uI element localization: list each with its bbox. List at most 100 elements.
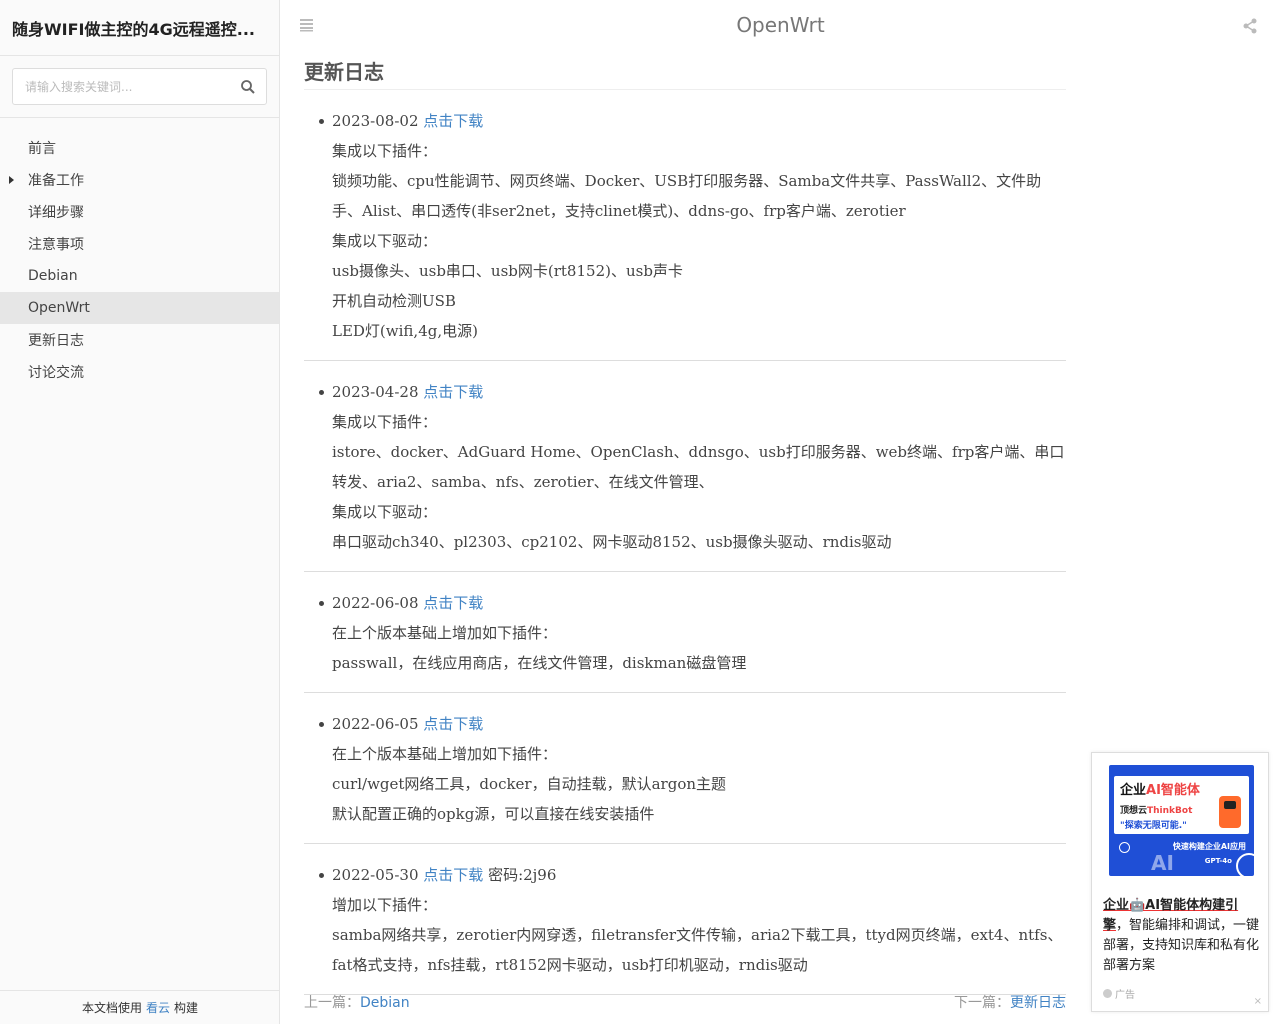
sidebar-item-notes[interactable]: 注意事项 (0, 228, 279, 260)
download-link[interactable]: 点击下载 (423, 112, 483, 130)
main-content: 更新日志 2023-08-02 点击下载 集成以下插件： 锁频功能、cpu性能调节、… (304, 56, 1066, 995)
sidebar-item-discussion[interactable]: 讨论交流 (0, 356, 279, 388)
entry-date: 2023-04-28 (332, 383, 419, 401)
entry-text-line: samba网络共享，zerotier内网穿透，filetransfer文件传输，… (332, 926, 1063, 944)
book-title-text: 随身WIFI做主控的4G远程遥控... (12, 19, 255, 39)
header-title: OpenWrt (736, 13, 825, 37)
ad-label-text: 广告 (1115, 990, 1135, 1001)
ring-decoration-icon (1119, 842, 1130, 853)
ad-banner-title-accent: AI智能体 (1146, 783, 1200, 798)
prev-label: 上一篇： (304, 995, 360, 1011)
next-page: 下一篇：更新日志 (954, 992, 1066, 1012)
entry-text-line: passwall，在线应用商店，在线文件管理，diskman磁盘管理 (332, 654, 747, 672)
entry-text-line: LED灯(wifi,4g,电源) (332, 322, 478, 340)
entry-password: 密码:2j96 (488, 866, 557, 884)
close-icon[interactable]: × (1254, 996, 1262, 1007)
sidebar-item-label: 详细步骤 (28, 205, 84, 221)
search-input[interactable] (13, 69, 266, 104)
sidebar-footer: 本文档使用 看云 构建 (0, 990, 280, 1024)
ad-banner-image[interactable]: 企业AI智能体 顶想云ThinkBot "探索无限可能." 快速构建企业AI应用… (1109, 765, 1254, 876)
entry-text-line: 在上个版本基础上增加如下插件： (332, 745, 558, 763)
download-link[interactable]: 点击下载 (423, 866, 483, 884)
page-title: 更新日志 (304, 56, 1066, 90)
entry-header: 2022-06-05 点击下载 (304, 709, 1066, 739)
entry-date: 2023-08-02 (332, 112, 419, 130)
footer-suffix: 构建 (174, 1001, 199, 1015)
ad-banner-model: GPT-4o (1204, 857, 1232, 865)
ad-text-rest: ，智能编排和调试，一键部署，支持知识库和私有化部署方案 (1103, 918, 1260, 973)
sidebar-item-preparation[interactable]: 准备工作 (0, 164, 279, 196)
ad-banner-card: 企业AI智能体 顶想云ThinkBot "探索无限可能." (1114, 776, 1249, 834)
entry-date: 2022-06-05 (332, 715, 419, 733)
sidebar-item-label: Debian (28, 268, 78, 284)
sidebar-item-openwrt[interactable]: OpenWrt (0, 292, 279, 324)
sidebar-item-label: 讨论交流 (28, 365, 84, 381)
search-area (0, 56, 279, 118)
ad-banner-title: 企业AI智能体 (1120, 779, 1200, 798)
entry-text-line: 集成以下驱动： (332, 232, 438, 250)
sidebar-item-preface[interactable]: 前言 (0, 132, 279, 164)
entry-text-line: 集成以下插件： (332, 142, 438, 160)
entry-text-line: 默认配置正确的opkg源，可以直接在线安装插件 (332, 805, 655, 823)
sidebar-item-debian[interactable]: Debian (0, 260, 279, 292)
expand-caret-icon[interactable] (9, 176, 14, 184)
ad-text[interactable]: 企业🤖AI智能体构建引擎，智能编排和调试，一键部署，支持知识库和私有化部署方案 (1103, 896, 1261, 976)
footer-prefix: 本文档使用 (81, 1001, 142, 1015)
share-icon[interactable] (1242, 18, 1258, 34)
sidebar: 随身WIFI做主控的4G远程遥控... 前言 准备工作 详细步骤 注意事项 De… (0, 0, 280, 1024)
search-box (12, 68, 267, 105)
entry-text-line: 开机自动检测USB (332, 292, 456, 310)
page-header: OpenWrt (281, 0, 1280, 52)
entry-text-line: 转发、aria2、samba、nfs、zerotier、在线文件管理、 (332, 473, 714, 491)
entry-header: 2022-05-30 点击下载 密码:2j96 (304, 860, 1066, 890)
ad-banner-slogan: "探索无限可能." (1120, 821, 1187, 831)
changelog-entry: 2023-08-02 点击下载集成以下插件： 锁频功能、cpu性能调节、网页终端、… (304, 90, 1066, 361)
ad-panel[interactable]: 企业AI智能体 顶想云ThinkBot "探索无限可能." 快速构建企业AI应用… (1091, 752, 1269, 1012)
entry-header: 2023-08-02 点击下载 (304, 106, 1066, 136)
changelog-entry: 2023-04-28 点击下载集成以下插件： istore、docker、AdGu… (304, 361, 1066, 572)
pager: 上一篇：Debian 下一篇：更新日志 (304, 992, 1066, 1012)
sidebar-item-changelog[interactable]: 更新日志 (0, 324, 279, 356)
entry-text-line: 手、Alist、串口透传(非ser2net，支持clinet模式)、ddns-g… (332, 202, 906, 220)
ad-banner-sub-accent: ThinkBot (1147, 806, 1193, 816)
entry-text-line: 锁频功能、cpu性能调节、网页终端、Docker、USB打印服务器、Samba文… (332, 172, 1042, 190)
robot-icon (1219, 796, 1241, 828)
prev-page-link[interactable]: Debian (360, 995, 410, 1011)
ad-banner-sub-prefix: 顶想云 (1120, 806, 1148, 816)
ring-decoration-icon (1236, 853, 1254, 876)
ad-banner-ai-mark: AI (1151, 851, 1174, 875)
next-label: 下一篇： (954, 995, 1010, 1011)
prev-page: 上一篇：Debian (304, 992, 410, 1012)
changelog-entry: 2022-06-08 点击下载在上个版本基础上增加如下插件： passwall，在… (304, 572, 1066, 693)
entry-text-line: fat格式支持，nfs挂载，rt8152网卡驱动，usb打印机驱动，rndis驱… (332, 956, 808, 974)
book-title[interactable]: 随身WIFI做主控的4G远程遥控... (0, 0, 279, 56)
ad-label: 广告 (1103, 986, 1135, 1001)
entry-text-line: istore、docker、AdGuard Home、OpenClash、ddn… (332, 443, 1065, 461)
changelog-entry: 2022-06-05 点击下载在上个版本基础上增加如下插件： curl/wget网… (304, 693, 1066, 844)
next-page-link[interactable]: 更新日志 (1010, 995, 1066, 1011)
entry-text-line: 增加以下插件： (332, 896, 438, 914)
changelog-entry: 2022-05-30 点击下载 密码:2j96 增加以下插件： samba网络共享，… (304, 844, 1066, 995)
entry-text-line: 在上个版本基础上增加如下插件： (332, 624, 558, 642)
footer-link[interactable]: 看云 (146, 999, 170, 1016)
entry-date: 2022-06-08 (332, 594, 419, 612)
sidebar-item-label: 更新日志 (28, 333, 84, 349)
changelog-list: 2023-08-02 点击下载 集成以下插件： 锁频功能、cpu性能调节、网页终端、… (304, 90, 1066, 995)
ad-logo-icon (1103, 989, 1112, 998)
entry-header: 2022-06-08 点击下载 (304, 588, 1066, 618)
search-icon[interactable] (240, 79, 256, 95)
entry-text-line: curl/wget网络工具，docker，自动挂载，默认argon主题 (332, 775, 727, 793)
download-link[interactable]: 点击下载 (423, 594, 483, 612)
entry-text-line: 集成以下插件： (332, 413, 438, 431)
sidebar-item-steps[interactable]: 详细步骤 (0, 196, 279, 228)
entry-date: 2022-05-30 (332, 866, 419, 884)
entry-header: 2023-04-28 点击下载 (304, 377, 1066, 407)
ad-banner-title-prefix: 企业 (1120, 783, 1147, 798)
download-link[interactable]: 点击下载 (423, 715, 483, 733)
sidebar-item-label: 注意事项 (28, 237, 84, 253)
download-link[interactable]: 点击下载 (423, 383, 483, 401)
entry-text-line: usb摄像头、usb串口、usb网卡(rt8152)、usb声卡 (332, 262, 683, 280)
sidebar-item-label: 准备工作 (28, 173, 84, 189)
ad-banner-subtitle: 顶想云ThinkBot (1120, 803, 1192, 816)
entry-text-line: 串口驱动ch340、pl2303、cp2102、网卡驱动8152、usb摄像头驱… (332, 533, 892, 551)
